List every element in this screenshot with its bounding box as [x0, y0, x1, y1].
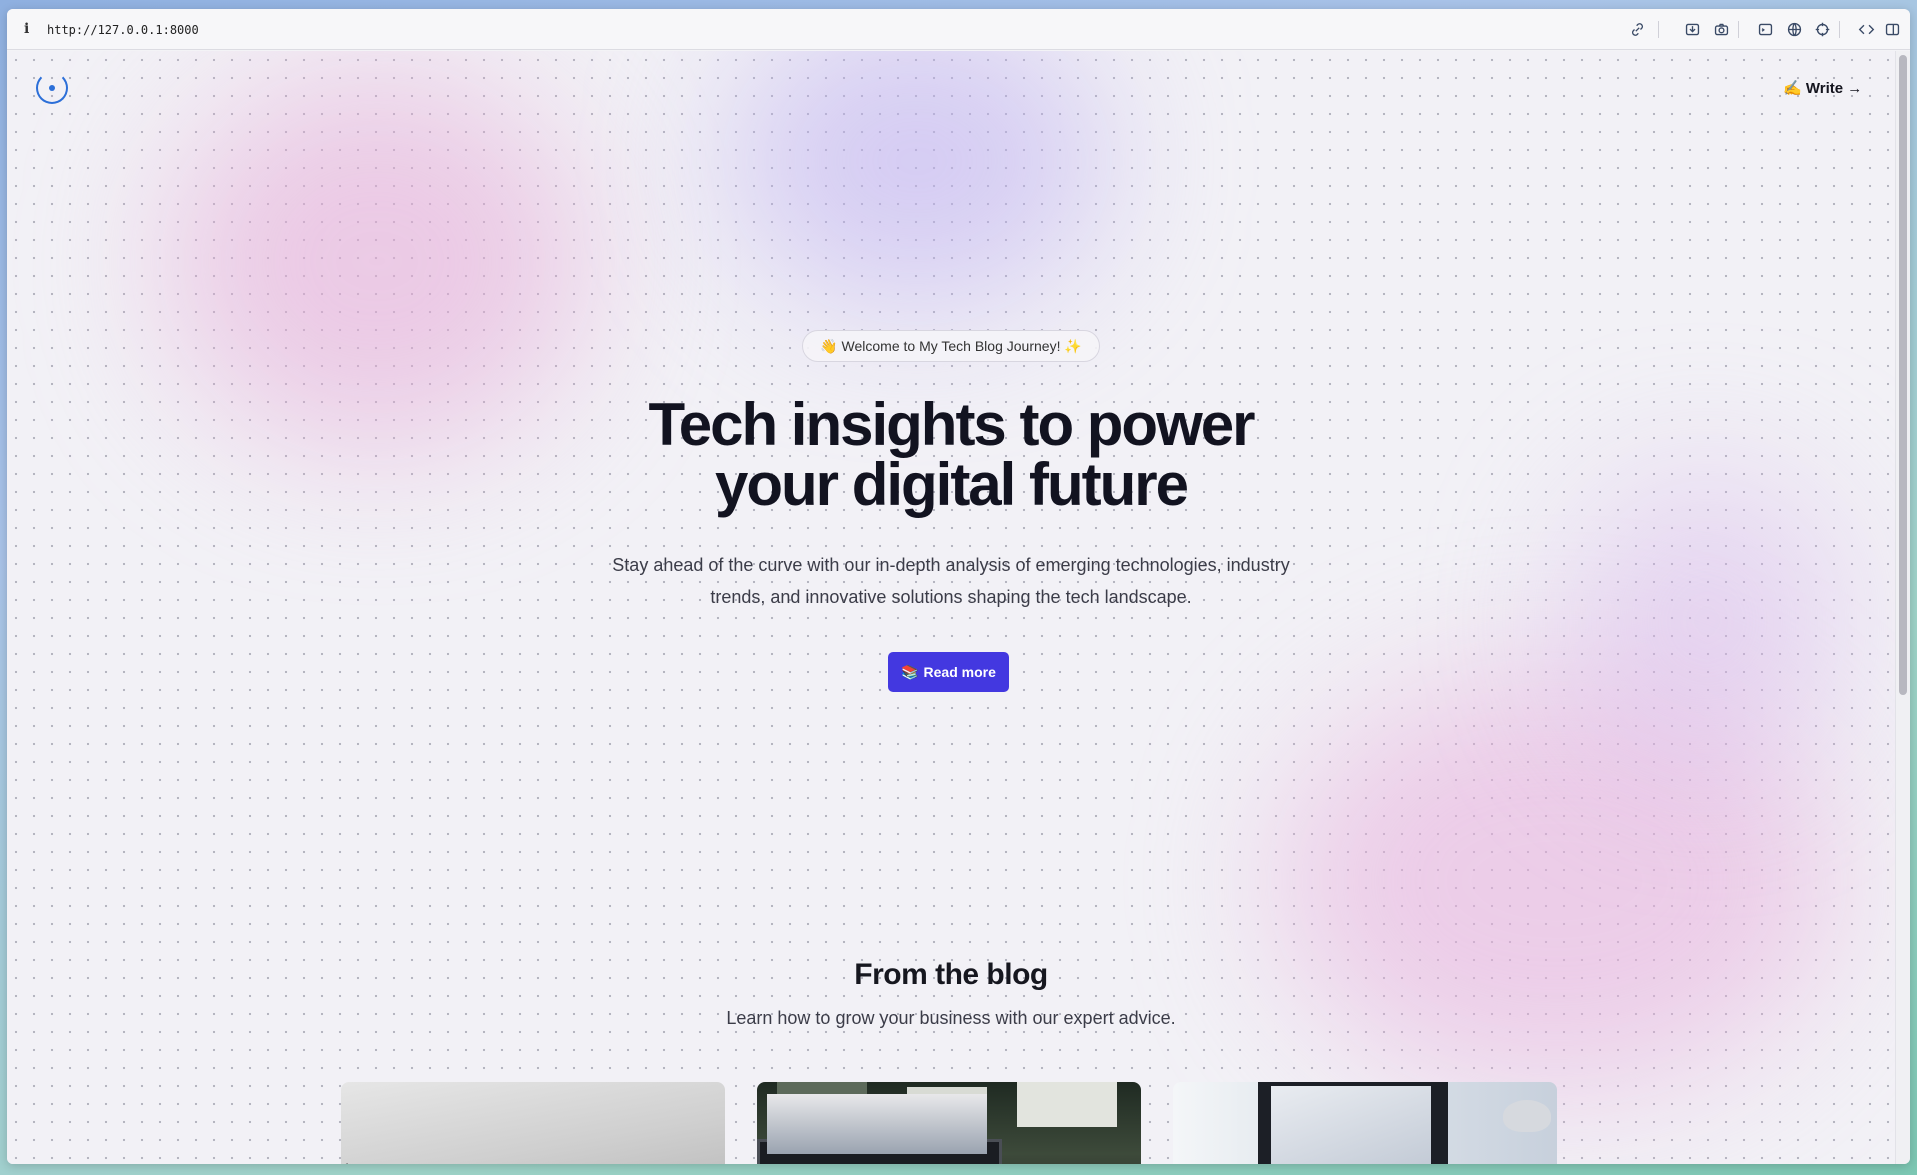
toolbar-divider — [1839, 21, 1840, 38]
split-view-icon[interactable] — [1883, 20, 1901, 38]
link-icon[interactable] — [1628, 20, 1646, 38]
code-icon[interactable] — [1857, 20, 1875, 38]
blog-section-title: From the blog — [854, 958, 1048, 991]
wall-frame-graphic — [1017, 1082, 1117, 1127]
blog-post-card-image[interactable] — [757, 1082, 1141, 1164]
lamp-graphic — [1503, 1100, 1551, 1132]
background-glow — [167, 71, 587, 451]
toolbar-divider — [1658, 21, 1659, 38]
download-icon[interactable] — [1683, 20, 1701, 38]
blog-post-card-image[interactable] — [1173, 1082, 1557, 1164]
logo-mark — [49, 85, 55, 91]
browser-window: i http://127.0.0.1:8000 ✍️ Write → 👋 Wel… — [7, 9, 1910, 1164]
welcome-badge: 👋 Welcome to My Tech Blog Journey! ✨ — [802, 330, 1100, 362]
info-icon[interactable]: i — [24, 21, 29, 37]
camera-icon[interactable] — [1712, 20, 1730, 38]
blog-section-subtitle: Learn how to grow your business with our… — [726, 1008, 1176, 1028]
logo-icon[interactable] — [36, 72, 68, 104]
books-icon: 📚 — [901, 663, 919, 680]
lamp-graphic — [344, 1163, 365, 1164]
background-glow — [1567, 471, 1847, 771]
headline-line-1: Tech insights to power — [648, 391, 1256, 458]
scrollbar-thumb[interactable] — [1899, 55, 1907, 695]
monitor-screen-graphic — [1271, 1086, 1431, 1164]
read-more-button[interactable]: 📚 Read more — [888, 652, 1009, 692]
headline-line-2: your digital future — [715, 451, 1189, 518]
hero-headline: Tech insights to power your digital futu… — [551, 395, 1351, 515]
globe-icon[interactable] — [1785, 20, 1803, 38]
background-glow — [727, 51, 1107, 311]
terminal-icon[interactable] — [1756, 20, 1774, 38]
page-viewport: ✍️ Write → 👋 Welcome to My Tech Blog Jou… — [7, 51, 1895, 1164]
write-link[interactable]: ✍️ Write → — [1783, 79, 1862, 97]
background-glow — [1277, 671, 1837, 1091]
hero-subtext: Stay ahead of the curve with our in-dept… — [612, 555, 1290, 607]
laptop-screen-graphic — [767, 1094, 987, 1154]
blog-post-card-image[interactable] — [341, 1082, 725, 1164]
read-more-label: Read more — [923, 664, 996, 680]
page-scrollbar[interactable] — [1895, 51, 1910, 1164]
browser-toolbar: i http://127.0.0.1:8000 — [7, 9, 1910, 50]
toolbar-divider — [1738, 21, 1739, 38]
crosshair-icon[interactable] — [1813, 20, 1831, 38]
url-bar[interactable]: http://127.0.0.1:8000 — [47, 23, 199, 37]
